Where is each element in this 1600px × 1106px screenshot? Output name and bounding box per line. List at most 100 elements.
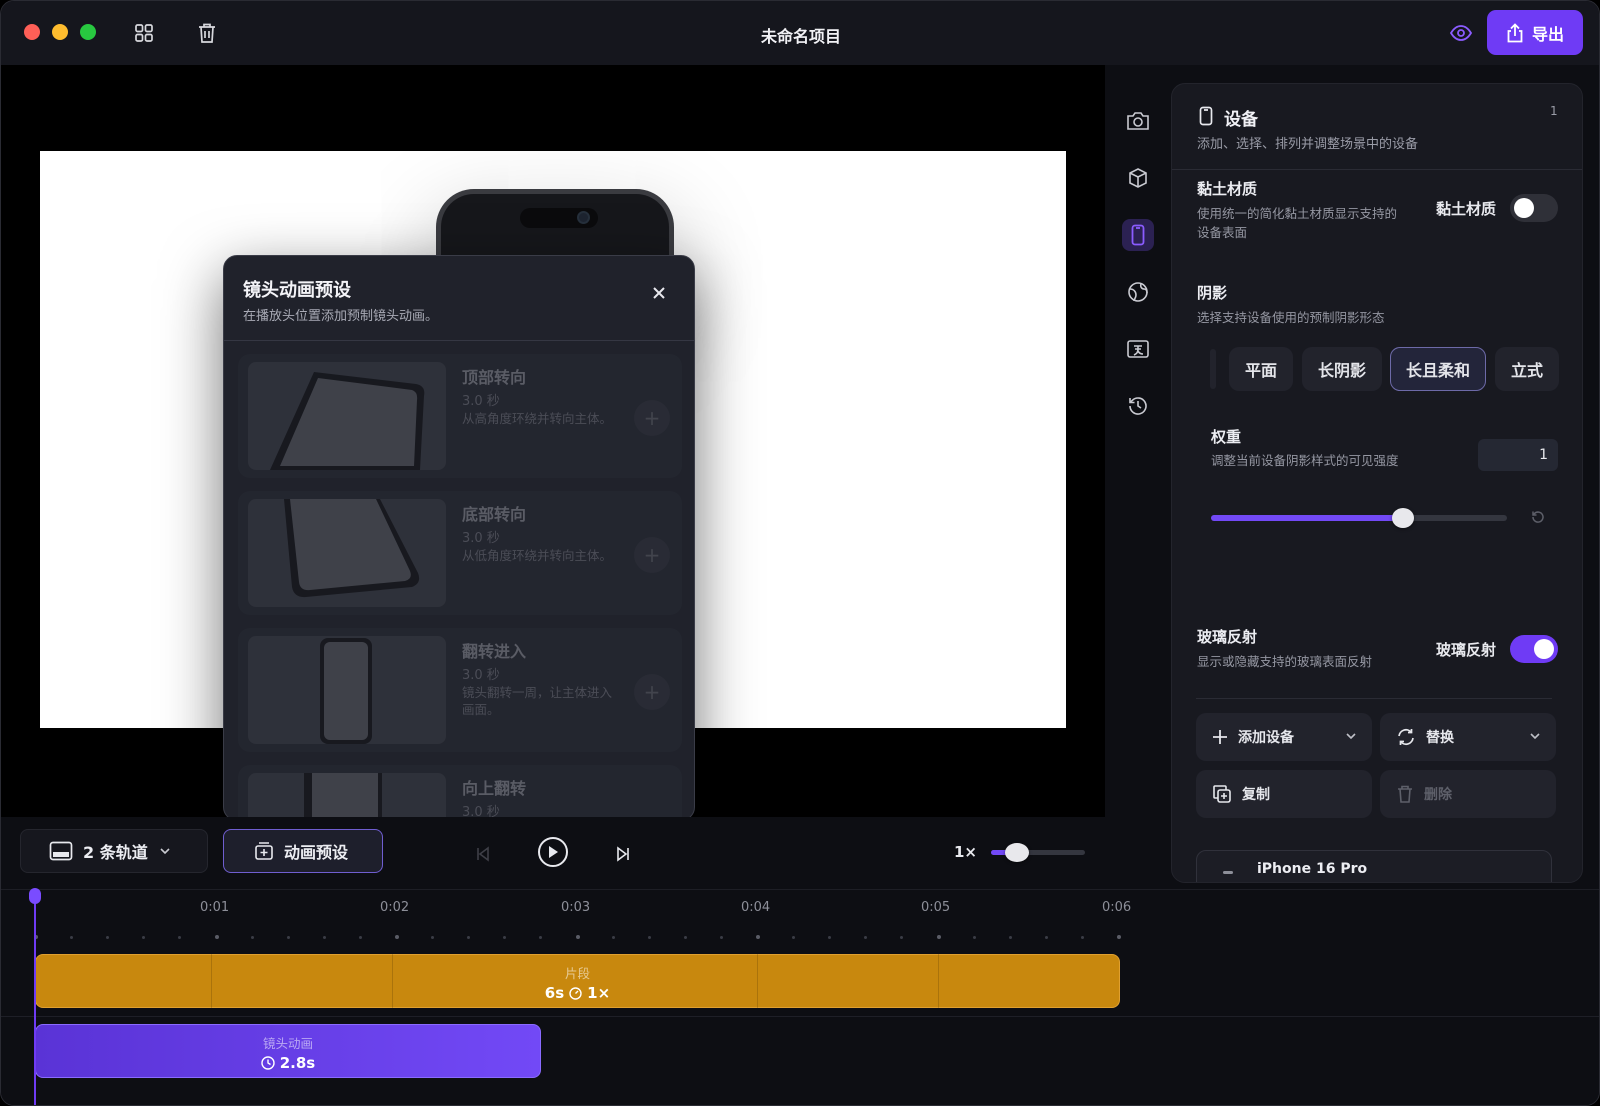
presets-icon: [255, 842, 273, 860]
preset-description: 从低角度环绕并转向主体。: [462, 548, 613, 563]
device-icon: [1199, 106, 1213, 126]
camera-icon[interactable]: [1122, 105, 1154, 137]
ruler-tick: [936, 935, 941, 939]
timeline[interactable]: 0:01 0:02 0:03 0:04 0:05 0:06 片段 6s 1× 镜…: [1, 888, 1599, 1105]
animation-presets-button[interactable]: 动画预设: [223, 829, 383, 873]
clay-subtitle: 使用统一的简化黏土材质显示支持的设备表面: [1197, 206, 1398, 240]
divider: [1172, 169, 1582, 170]
segment-clip[interactable]: 片段 6s 1×: [35, 954, 1120, 1008]
segment-clip-speed: 1×: [587, 984, 611, 1002]
add-device-button[interactable]: 添加设备: [1196, 713, 1372, 761]
camera-clip-title: 镜头动画: [262, 1036, 313, 1051]
segment-clip-title: 片段: [564, 966, 590, 981]
ruler-tick: [395, 935, 399, 939]
weight-input[interactable]: 1: [1478, 439, 1558, 471]
inspector-rail: [1105, 65, 1169, 881]
trash-icon: [1398, 785, 1412, 803]
speed-icon: [569, 986, 582, 1000]
device-count: 1: [1550, 104, 1558, 118]
shadow-option-long-soft[interactable]: 长且柔和: [1390, 347, 1486, 391]
preset-name: 底部转向: [462, 505, 527, 524]
preset-item-flip-up[interactable]: 向上翻转 3.0 秒: [238, 765, 682, 820]
shadow-title: 阴影: [1197, 284, 1228, 302]
ruler-tick: [1117, 935, 1121, 939]
clip-gridline: [757, 954, 758, 1008]
history-icon[interactable]: [1122, 390, 1154, 422]
text-icon[interactable]: [1122, 333, 1154, 365]
shadow-option-long[interactable]: 长阴影: [1302, 347, 1382, 391]
ruler-tick: [900, 936, 904, 939]
environment-icon[interactable]: [1122, 276, 1154, 308]
reset-icon[interactable]: [1530, 509, 1546, 525]
glass-subtitle: 显示或隐藏支持的玻璃表面反射: [1197, 654, 1373, 669]
weight-subtitle: 调整当前设备阴影样式的可见强度: [1211, 453, 1399, 468]
popover-title: 镜头动画预设: [243, 280, 351, 301]
weight-slider-handle[interactable]: [1392, 508, 1415, 528]
scroll-hint: [1210, 349, 1216, 389]
tracks-dropdown[interactable]: 2 条轨道: [20, 829, 208, 873]
skip-forward-icon[interactable]: [616, 846, 630, 862]
speed-slider-handle[interactable]: [1005, 843, 1030, 862]
shadow-option-standing[interactable]: 立式: [1495, 347, 1559, 391]
ruler-tick: [142, 936, 146, 939]
ruler-tick: [358, 936, 362, 939]
device-icon[interactable]: [1122, 219, 1154, 251]
eye-icon[interactable]: [1449, 21, 1473, 45]
duplicate-device-button[interactable]: 复制: [1196, 770, 1372, 818]
chevron-down-icon: [1530, 733, 1540, 740]
playhead-handle[interactable]: [29, 888, 41, 904]
close-icon[interactable]: [648, 282, 670, 304]
tick-label: 0:05: [921, 900, 951, 915]
preset-duration: 3.0 秒: [462, 394, 500, 409]
speed-label: 1×: [954, 843, 978, 861]
skip-back-icon[interactable]: [476, 846, 490, 862]
clay-title: 黏土材质: [1197, 180, 1258, 198]
add-preset-button[interactable]: +: [634, 674, 670, 710]
device-list-item[interactable]: iPhone 16 Pro: [1196, 850, 1552, 882]
add-preset-button[interactable]: +: [634, 537, 670, 573]
chevron-down-icon: [1346, 733, 1356, 740]
ruler-tick: [286, 936, 290, 939]
layers-icon[interactable]: [1122, 162, 1154, 194]
camera-presets-popover: 镜头动画预设 在播放头位置添加预制镜头动画。 顶部转向 3.0 秒 从高角度环绕…: [223, 255, 695, 821]
clock-icon: [261, 1056, 275, 1070]
tick-label: 0:03: [561, 900, 591, 915]
copy-icon: [1213, 785, 1231, 803]
replace-device-button[interactable]: 替换: [1380, 713, 1556, 761]
preset-name: 翻转进入: [462, 642, 527, 661]
tick-label: 0:06: [1102, 900, 1132, 915]
preset-item-top-turn[interactable]: 顶部转向 3.0 秒 从高角度环绕并转向主体。 +: [238, 354, 682, 478]
preset-thumbnail: [248, 636, 446, 744]
share-icon: [1507, 22, 1523, 42]
device-name: iPhone 16 Pro: [1257, 861, 1368, 877]
ruler-tick: [539, 936, 543, 939]
add-preset-button[interactable]: +: [634, 400, 670, 436]
preset-description: 镜头翻转一周，让主体进入画面。: [462, 685, 613, 717]
export-button[interactable]: 导出: [1487, 10, 1583, 55]
glass-title: 玻璃反射: [1197, 628, 1258, 646]
camera-icon: [577, 211, 590, 224]
play-button[interactable]: [538, 837, 568, 867]
ruler-tick: [575, 935, 580, 939]
ruler-tick: [214, 935, 219, 939]
preset-item-flip-in[interactable]: 翻转进入 3.0 秒 镜头翻转一周，让主体进入画面。 +: [238, 628, 682, 752]
delete-device-button[interactable]: 删除: [1380, 770, 1556, 818]
tracks-icon: [49, 841, 73, 861]
plus-icon: [1213, 730, 1227, 744]
playhead-line[interactable]: [34, 890, 36, 1105]
ruler-tick: [828, 936, 832, 939]
shadow-option-flat[interactable]: 平面: [1229, 347, 1293, 391]
ruler-tick: [792, 936, 796, 939]
clay-toggle[interactable]: [1510, 194, 1558, 222]
ruler-tick: [1080, 936, 1084, 939]
delete-label: 删除: [1424, 787, 1452, 803]
camera-animation-clip[interactable]: 镜头动画 2.8s: [35, 1024, 541, 1078]
device-icon: [1223, 871, 1233, 874]
track-divider: [1, 1016, 1599, 1017]
glass-toggle[interactable]: [1510, 635, 1558, 663]
ruler-tick: [1008, 936, 1012, 939]
ruler-tick: [106, 936, 110, 939]
clip-gridline: [938, 954, 939, 1008]
panel-subtitle: 添加、选择、排列并调整场景中的设备: [1197, 137, 1419, 152]
preset-item-bottom-turn[interactable]: 底部转向 3.0 秒 从低角度环绕并转向主体。 +: [238, 491, 682, 615]
